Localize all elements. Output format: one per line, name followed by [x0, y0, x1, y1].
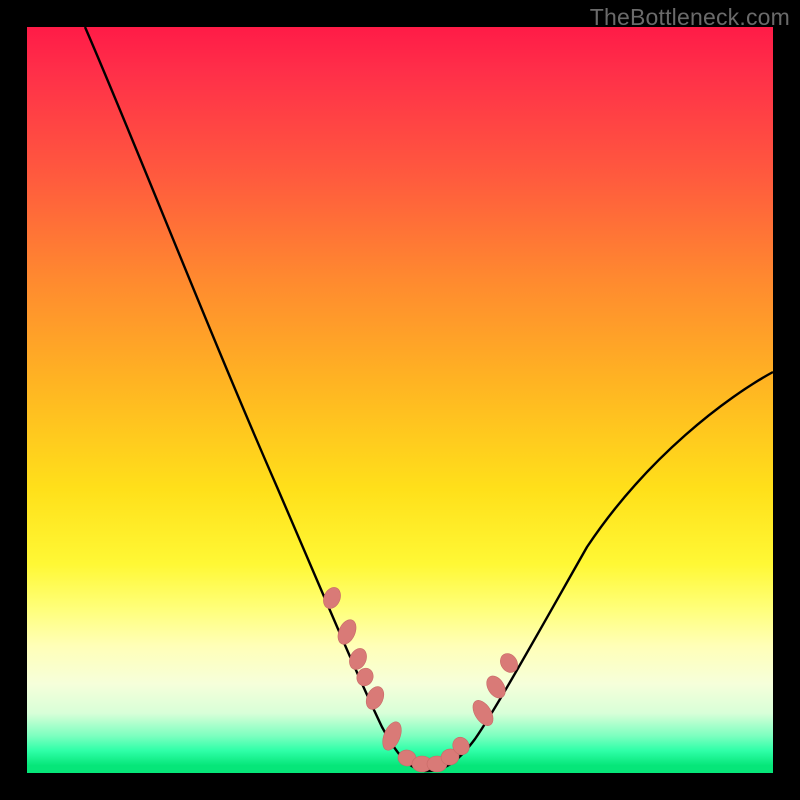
chart-frame: TheBottleneck.com	[0, 0, 800, 800]
watermark-text: TheBottleneck.com	[590, 4, 790, 31]
marker	[363, 684, 387, 712]
plot-area	[27, 27, 773, 773]
marker	[379, 719, 405, 753]
marker	[320, 585, 344, 612]
bottleneck-curve	[27, 27, 773, 773]
curve-markers	[320, 585, 521, 772]
marker	[483, 673, 509, 702]
curve-path	[85, 27, 773, 771]
marker	[469, 697, 497, 729]
marker	[497, 650, 521, 675]
